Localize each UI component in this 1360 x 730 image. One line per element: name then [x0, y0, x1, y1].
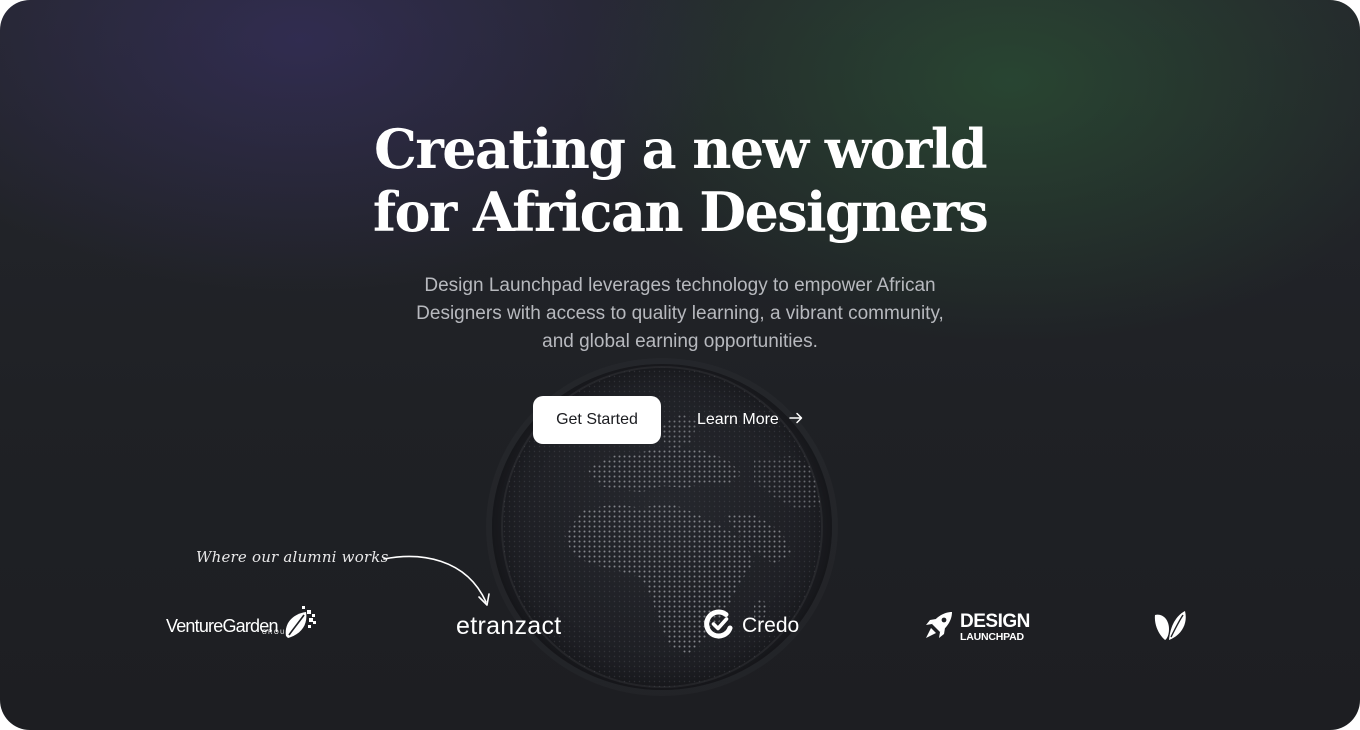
learn-more-label: Learn More: [697, 411, 779, 428]
etranzact-wordmark: etranzact: [456, 611, 562, 640]
logo-design-launchpad: DESIGN LAUNCHPAD: [924, 610, 1030, 644]
logo-etranzact: etranzact: [456, 608, 562, 644]
logo-credo: Credo: [704, 609, 799, 643]
credo-check-icon: [704, 609, 734, 644]
logo-venture-garden: VentureGarden GROUP: [166, 605, 318, 647]
rocket-icon: [924, 610, 954, 645]
venture-garden-group-label: GROUP: [262, 630, 292, 636]
arrow-right-icon: [788, 410, 804, 431]
title-line-2: for African Designers: [372, 180, 989, 244]
hero-subtitle: Design Launchpad leverages technology to…: [416, 275, 944, 352]
hero-section: Creating a new world for African Designe…: [0, 0, 1360, 730]
leaf-icon: [1152, 609, 1188, 646]
curved-arrow-icon: [383, 555, 490, 606]
venture-garden-wordmark: VentureGarden: [166, 615, 279, 636]
learn-more-link[interactable]: Learn More: [697, 396, 804, 444]
design-launchpad-bottom: LAUNCHPAD: [960, 630, 1024, 643]
page-title: Creating a new world for African Designe…: [0, 118, 1360, 244]
alumni-label: Where our alumni works: [196, 548, 389, 566]
title-line-1: Creating a new world: [374, 117, 988, 181]
logo-leaf: [1152, 610, 1188, 644]
pixel-leaf-icon: [280, 605, 318, 647]
get-started-button[interactable]: Get Started: [533, 396, 661, 444]
credo-wordmark: Credo: [742, 614, 800, 637]
design-launchpad-top: DESIGN: [960, 610, 1030, 632]
design-launchpad-wordmark: DESIGN LAUNCHPAD: [960, 612, 1030, 643]
